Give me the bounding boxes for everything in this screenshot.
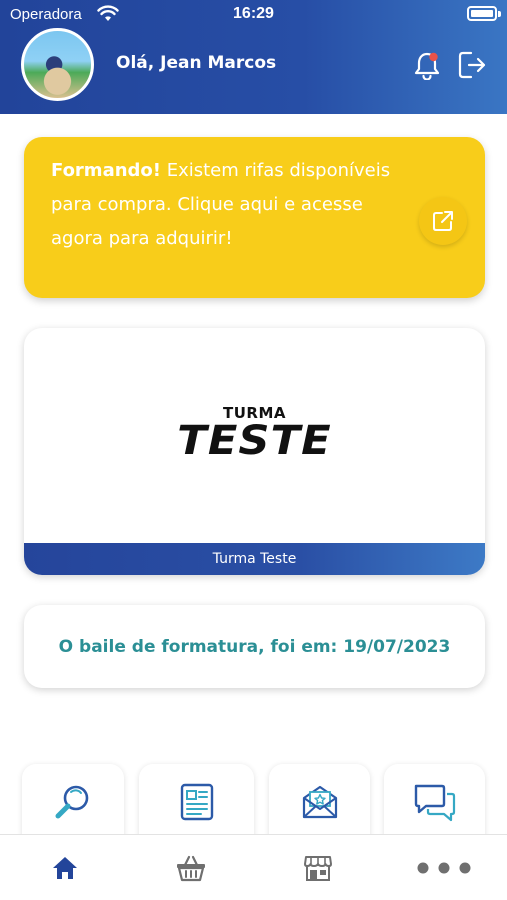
bottom-navigation [0, 834, 507, 900]
newspaper-icon [180, 783, 213, 821]
nav-more[interactable] [404, 835, 484, 900]
avatar[interactable] [21, 28, 94, 101]
status-bar: Operadora 16:29 [0, 0, 507, 30]
more-icon [417, 862, 471, 874]
notice-text: Formando! Existem rifas disponíveis para… [51, 160, 391, 249]
class-card[interactable]: TURMA TESTE Turma Teste [24, 328, 485, 575]
bell-icon[interactable] [413, 50, 441, 80]
status-time: 16:29 [233, 5, 274, 22]
class-name-bar: Turma Teste [24, 543, 485, 575]
basket-icon [177, 855, 205, 882]
logout-icon[interactable] [457, 50, 487, 80]
battery-icon [467, 6, 497, 21]
prom-date-text: O baile de formatura, foi em: 19/07/2023 [58, 636, 451, 657]
mail-star-icon [302, 785, 337, 819]
greeting-text: Olá, Jean Marcos [116, 53, 277, 73]
notification-badge [429, 52, 438, 62]
open-link-button[interactable] [419, 197, 467, 245]
search-icon [55, 785, 89, 819]
store-icon [304, 856, 332, 881]
nav-home[interactable] [25, 835, 105, 900]
logo-big-text: TESTE [177, 418, 332, 464]
raffle-notice-card[interactable]: Formando! Existem rifas disponíveis para… [24, 137, 485, 298]
prom-date-card: O baile de formatura, foi em: 19/07/2023 [24, 605, 485, 688]
class-logo: TURMA TESTE [24, 406, 485, 464]
home-icon [53, 857, 77, 879]
external-link-icon [433, 211, 453, 231]
chat-icon [414, 784, 455, 822]
nav-basket[interactable] [151, 835, 231, 900]
app-header: Operadora 16:29 Olá, Jean Marcos [0, 0, 507, 114]
nav-store[interactable] [278, 835, 358, 900]
